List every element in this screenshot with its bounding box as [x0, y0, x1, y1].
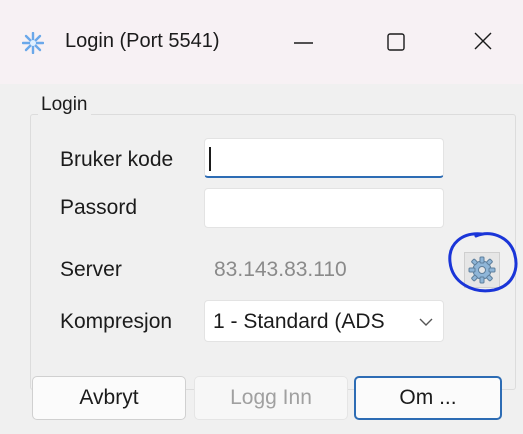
compression-value: 1 - Standard (ADS	[213, 310, 385, 333]
maximize-icon	[387, 33, 405, 51]
minimize-button[interactable]	[280, 22, 328, 64]
minimize-icon	[294, 42, 313, 44]
text-caret	[209, 147, 211, 171]
close-button[interactable]	[458, 22, 506, 64]
cancel-button[interactable]: Avbryt	[32, 376, 186, 420]
server-label: Server	[60, 258, 122, 281]
about-button[interactable]: Om ...	[354, 376, 502, 420]
maximize-button[interactable]	[372, 22, 420, 64]
groupbox-label: Login	[38, 94, 91, 116]
snowflake-icon	[22, 32, 44, 54]
annotation-circle	[448, 232, 518, 293]
username-label: Bruker kode	[60, 148, 174, 171]
username-field[interactable]	[204, 138, 444, 178]
password-field[interactable]	[204, 188, 444, 228]
compression-select[interactable]: 1 - Standard (ADS	[204, 300, 444, 342]
window-title: Login (Port 5541)	[65, 30, 220, 52]
login-button[interactable]: Logg Inn	[194, 376, 348, 420]
server-value: 83.143.83.110	[214, 258, 347, 281]
close-icon	[474, 32, 492, 50]
compression-label: Kompresjon	[60, 310, 173, 333]
chevron-down-icon	[419, 318, 433, 326]
password-label: Passord	[60, 196, 138, 219]
title-bar: Login (Port 5541)	[0, 0, 523, 84]
